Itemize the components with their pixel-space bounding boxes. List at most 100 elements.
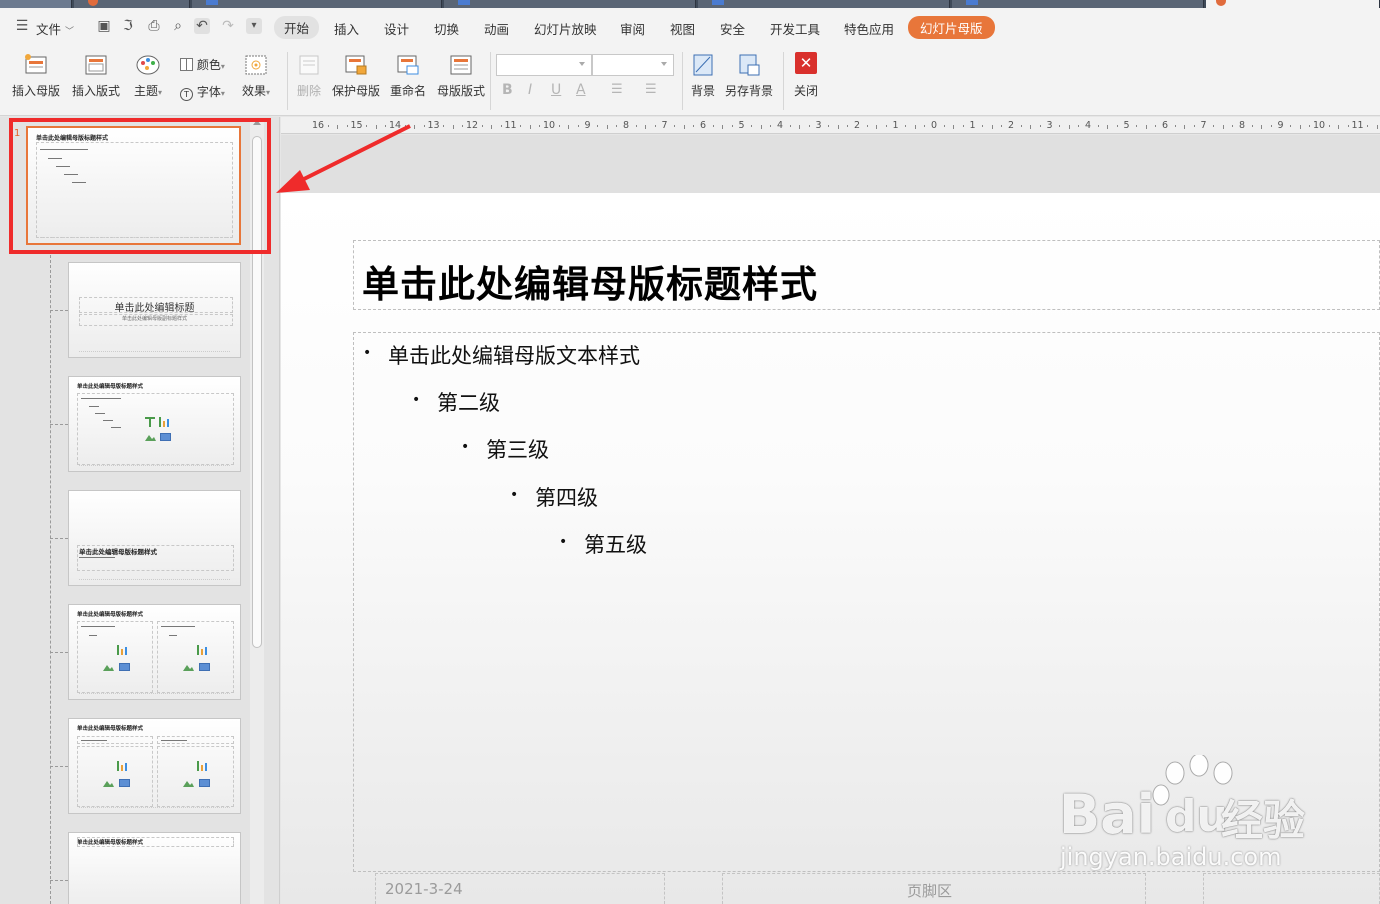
thumbnail-body-placeholder [77,746,153,807]
insert-layout-icon [83,52,109,78]
ruler-minor-tick [645,125,647,129]
ruler-tick-label: 12 [465,120,479,131]
ruler-minor-tick [1193,125,1195,127]
ruler-minor-tick [683,125,685,129]
ruler-tick-label: 7 [1200,120,1207,131]
close-master-button[interactable]: ✕ 关闭 [794,52,818,99]
print-icon[interactable]: ⎙ [146,18,162,34]
background-icon [690,52,716,78]
master-layout-button[interactable]: 母版版式 [437,52,485,99]
master-layout-label: 母版版式 [437,84,486,98]
effects-button[interactable]: 效果▾ [242,52,270,99]
thumbnail-text-line [161,740,187,741]
window-tab[interactable] [192,0,442,8]
hamburger-icon[interactable]: ☰ [14,18,30,34]
ruler-minor-tick [1270,125,1272,127]
ruler-tick-label: 9 [1277,120,1284,131]
window-tab[interactable] [0,0,72,8]
layout-thumbnail-title-only[interactable]: 单击此处编辑母版标题样式 [68,832,241,904]
file-menu[interactable]: 文件 ﹀ [36,19,74,38]
tab-slide-master[interactable]: 幻灯片母版 [908,16,995,39]
ruler-minor-tick [770,125,772,127]
ruler-minor-tick [1328,125,1330,127]
layout-thumbnail-title[interactable]: 单击此处编辑标题 单击此处编辑母版副标题样式 [68,262,241,358]
ruler-minor-tick [1232,125,1234,127]
layout-connector-line [50,255,51,904]
tab-developer[interactable]: 开发工具 [770,19,820,38]
ruler-tick-label: 10 [542,120,556,131]
ruler-tick-label: 7 [661,120,668,131]
ruler-minor-tick [731,125,733,127]
thumbnail-body-placeholder [77,621,153,693]
layout-thumbnail-comparison[interactable]: 单击此处编辑母版标题样式 [68,718,241,814]
ruler-tick-label: 10 [1312,120,1326,131]
tab-features[interactable]: 特色应用 [844,19,894,38]
protect-master-button[interactable]: 保护母版 [332,52,380,99]
background-button[interactable]: 背景 [690,52,716,99]
thumbnail-text-line [81,626,115,627]
layout-thumbnail-two-content[interactable]: 单击此处编辑母版标题样式 [68,604,241,700]
underline-button[interactable]: U [551,82,561,98]
delete-button[interactable]: 删除 [296,52,322,99]
ruler-tick-label: 13 [427,120,440,131]
thumbnail-footer [79,465,230,468]
slide-number-placeholder[interactable] [1203,873,1380,904]
rename-button[interactable]: 重命名 [390,52,426,99]
tab-review[interactable]: 审阅 [620,19,645,38]
bullet-icon: • [559,534,568,550]
ruler-minor-tick [837,125,839,129]
chart-icon [197,645,209,655]
highlight-annotation-box [9,118,271,254]
ruler-minor-tick [491,125,493,129]
picture-icon [183,665,194,671]
font-color-button[interactable]: A [576,82,586,98]
tab-design[interactable]: 设计 [384,19,409,38]
protect-master-label: 保护母版 [332,84,381,98]
tab-home[interactable]: 开始 [274,16,320,39]
ruler-minor-tick [876,125,878,129]
window-tab-active[interactable] [1206,0,1380,8]
window-tab[interactable] [952,0,1204,8]
bullet-icon: • [363,345,372,361]
ruler-minor-tick [674,125,676,127]
ruler-minor-tick [847,125,849,127]
tab-transitions[interactable]: 切换 [434,19,459,38]
tab-animations[interactable]: 动画 [484,19,509,38]
tab-security[interactable]: 安全 [720,19,745,38]
print-preview-icon[interactable]: ⌕ [170,18,186,34]
colors-button[interactable]: 颜色▾ [180,56,225,73]
layout-thumbnail-section[interactable]: 单击此处编辑母版标题样式 [68,490,241,586]
undo-icon[interactable]: ↶ [194,18,210,34]
customize-toolbar-icon[interactable]: ▾ [246,18,262,34]
bold-button[interactable]: B [502,82,513,98]
insert-layout-button[interactable]: 插入版式 [72,52,120,99]
ruler-minor-tick [905,125,907,127]
format-painter-icon[interactable]: ℑ [120,18,136,34]
font-size-select[interactable] [592,54,674,76]
window-tab[interactable] [444,0,696,8]
table-icon [145,417,157,427]
ruler-minor-tick [1155,125,1157,127]
ruler-minor-tick [924,125,926,127]
fonts-button[interactable]: T 字体▾ [180,83,225,101]
ruler-minor-tick [558,125,560,127]
thumbnail-subtitle: 单击此处编辑母版副标题样式 [121,316,187,322]
layout-thumbnail-content[interactable]: 单击此处编辑母版标题样式 [68,376,241,472]
numbering-icon[interactable]: ☰ [645,82,657,97]
bullets-icon[interactable]: ☰ [611,82,623,97]
ruler-minor-tick [500,125,502,127]
font-name-select[interactable] [496,54,592,76]
rename-label: 重命名 [390,84,427,98]
tab-insert[interactable]: 插入 [334,19,359,38]
save-background-button[interactable]: 另存背景 [725,52,773,99]
save-icon[interactable]: ▣ [96,18,112,34]
theme-button[interactable]: 主题▾ [134,52,162,99]
italic-button[interactable]: I [528,82,532,98]
tab-slideshow[interactable]: 幻灯片放映 [534,19,597,38]
redo-icon[interactable]: ↷ [220,18,236,34]
window-tab[interactable] [698,0,950,8]
ruler-minor-tick [1222,125,1224,129]
insert-master-button[interactable]: 插入母版 [12,52,60,99]
ruler-minor-tick [953,125,955,129]
tab-view[interactable]: 视图 [670,19,695,38]
